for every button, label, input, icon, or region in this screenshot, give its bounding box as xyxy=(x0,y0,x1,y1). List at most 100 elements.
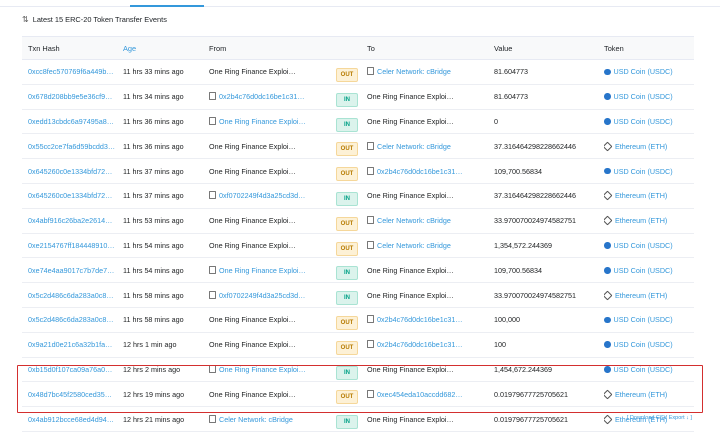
contract-icon xyxy=(367,340,374,349)
usdc-icon xyxy=(604,316,611,324)
token-link[interactable]: USD Coin (USDC) xyxy=(604,110,694,134)
txn-hash-link[interactable]: 0x55cc2ce7fa6d59bcdd3… xyxy=(28,134,118,158)
section-header: ⇅ Latest 15 ERC-20 Token Transfer Events xyxy=(22,15,167,24)
age-cell: 11 hrs 34 mins ago xyxy=(123,92,184,102)
txn-hash-link[interactable]: 0x5c2d486c6da283a0c8… xyxy=(28,283,118,307)
from-address: One Ring Finance Exploi… xyxy=(209,340,296,350)
txn-hash-link[interactable]: 0xedd13cbdc6a97495a8… xyxy=(28,110,118,134)
to-address[interactable]: 0x2b4c76d0dc16be1c31… xyxy=(367,333,489,357)
direction-badge: IN xyxy=(336,266,358,281)
usdc-icon xyxy=(604,167,611,175)
to-address[interactable]: Celer Network: cBridge xyxy=(367,209,489,233)
value-cell: 37.316464298228662446 xyxy=(494,141,576,151)
csv-export-link[interactable]: [ Download CSV Export ↓ ] xyxy=(627,415,692,421)
to-address[interactable]: 0x2b4c76d0dc16be1c31… xyxy=(367,159,489,183)
age-cell: 11 hrs 58 mins ago xyxy=(123,315,184,325)
age-cell: 11 hrs 36 mins ago xyxy=(123,141,184,151)
column-token: Token xyxy=(604,43,624,53)
table-row: 0xcc8fec570769f6a449b… 11 hrs 33 mins ago… xyxy=(22,60,694,85)
txn-hash-link[interactable]: 0x678d208bb9e5e36cf9… xyxy=(28,85,118,109)
to-address: One Ring Finance Exploi… xyxy=(367,290,454,300)
tab-strip xyxy=(0,0,720,7)
age-cell: 11 hrs 33 mins ago xyxy=(123,67,184,77)
txn-hash-link[interactable]: 0x9a21d0e21c6a32b1fa… xyxy=(28,333,118,357)
column-from: From xyxy=(209,43,227,53)
value-cell: 1,354,572.244369 xyxy=(494,240,552,250)
value-cell: 37.316464298228662446 xyxy=(494,191,576,201)
table-row: 0x5c2d486c6da283a0c8… 11 hrs 58 mins ago 0… xyxy=(22,283,694,308)
txn-hash-link[interactable]: 0xe2154767ff184448910… xyxy=(28,234,118,258)
direction-badge: OUT xyxy=(336,241,358,256)
table-row: 0x55cc2ce7fa6d59bcdd3… 11 hrs 36 mins ago… xyxy=(22,134,694,160)
value-cell: 33.970070024974582751 xyxy=(494,290,576,300)
table-row: 0x678d208bb9e5e36cf9… 11 hrs 34 mins ago 0… xyxy=(22,85,694,110)
usdc-icon xyxy=(604,242,611,249)
token-link[interactable]: USD Coin (USDC) xyxy=(604,258,694,282)
from-address[interactable]: 0xf0702249f4d3a25cd3d… xyxy=(209,283,357,307)
txn-hash-link[interactable]: 0x5c2d486c6da283a0c8… xyxy=(28,308,118,332)
token-link[interactable]: USD Coin (USDC) xyxy=(604,60,694,84)
to-address[interactable]: 0x2b4c76d0dc16be1c31… xyxy=(367,308,489,332)
contract-icon xyxy=(367,216,374,225)
from-address[interactable]: 0xf0702249f4d3a25cd3d… xyxy=(209,184,357,208)
table-row: 0x9a21d0e21c6a32b1fa… 12 hrs 1 min ago One… xyxy=(22,333,694,358)
direction-badge: OUT xyxy=(336,167,358,182)
token-link[interactable]: USD Coin (USDC) xyxy=(604,85,694,109)
to-address: One Ring Finance Exploi… xyxy=(367,92,454,102)
token-link[interactable]: USD Coin (USDC) xyxy=(604,308,694,332)
value-cell: 100,000 xyxy=(494,315,520,325)
age-cell: 11 hrs 36 mins ago xyxy=(123,116,184,126)
token-link[interactable]: Ethereum (ETH) xyxy=(604,283,694,307)
txn-hash-link[interactable]: 0x4abf916c26ba2e2614… xyxy=(28,209,118,233)
section-title: Latest 15 ERC-20 Token Transfer Events xyxy=(32,15,167,24)
table-row: 0xedd13cbdc6a97495a8… 11 hrs 36 mins ago O… xyxy=(22,110,694,135)
to-address[interactable]: Celer Network: cBridge xyxy=(367,134,489,158)
direction-badge: OUT xyxy=(336,142,358,157)
direction-badge: IN xyxy=(336,117,358,132)
sort-icon: ⇅ xyxy=(22,15,29,24)
value-cell: 109,700.56834 xyxy=(494,166,542,176)
usdc-icon xyxy=(604,68,611,76)
token-link[interactable]: Ethereum (ETH) xyxy=(604,184,694,208)
direction-badge: IN xyxy=(336,415,358,430)
token-link[interactable]: USD Coin (USDC) xyxy=(604,234,694,258)
from-address: One Ring Finance Exploi… xyxy=(209,141,296,151)
token-link[interactable]: USD Coin (USDC) xyxy=(604,333,694,357)
to-address[interactable]: Celer Network: cBridge xyxy=(367,234,489,258)
from-address[interactable]: One Ring Finance Exploi… xyxy=(209,258,357,282)
txn-hash-link[interactable]: 0x645260c0e1334bfd72… xyxy=(28,159,118,183)
token-link[interactable]: Ethereum (ETH) xyxy=(604,209,694,233)
txn-hash-link[interactable]: 0x645260c0e1334bfd72… xyxy=(28,184,118,208)
token-link[interactable]: Ethereum (ETH) xyxy=(604,134,694,158)
eth-icon xyxy=(604,414,613,424)
eth-icon xyxy=(604,141,613,152)
to-address[interactable]: Celer Network: cBridge xyxy=(367,60,489,84)
age-cell: 11 hrs 54 mins ago xyxy=(123,265,184,275)
value-cell: 109,700.56834 xyxy=(494,265,542,275)
column-age[interactable]: Age xyxy=(123,37,209,59)
direction-badge: OUT xyxy=(336,340,358,355)
txn-hash-link[interactable]: 0xe74e4aa9017c7b7de7… xyxy=(28,258,118,282)
column-value: Value xyxy=(494,43,513,53)
from-address[interactable]: 0x2b4c76d0dc16be1c31… xyxy=(209,85,357,109)
age-cell: 12 hrs 1 min ago xyxy=(123,340,177,350)
age-cell: 11 hrs 37 mins ago xyxy=(123,191,184,201)
contract-icon xyxy=(367,240,374,249)
from-address: One Ring Finance Exploi… xyxy=(209,315,296,325)
eth-icon xyxy=(604,215,613,226)
eth-icon xyxy=(604,190,613,201)
direction-badge: IN xyxy=(336,291,358,306)
age-cell: 11 hrs 37 mins ago xyxy=(123,166,184,176)
age-cell: 11 hrs 58 mins ago xyxy=(123,290,184,300)
table-row: 0x645260c0e1334bfd72… 11 hrs 37 mins ago O… xyxy=(22,159,694,184)
direction-badge: OUT xyxy=(336,68,358,82)
from-address: One Ring Finance Exploi… xyxy=(209,240,296,250)
token-link[interactable]: USD Coin (USDC) xyxy=(604,159,694,183)
txn-hash-link[interactable]: 0xcc8fec570769f6a449b… xyxy=(28,60,118,84)
direction-badge: IN xyxy=(336,191,358,206)
contract-icon xyxy=(209,92,216,101)
from-address[interactable]: One Ring Finance Exploi… xyxy=(209,110,357,134)
age-cell: 11 hrs 53 mins ago xyxy=(123,216,184,226)
table-row: 0x4abf916c26ba2e2614… 11 hrs 53 mins ago O… xyxy=(22,209,694,234)
usdc-icon xyxy=(604,93,611,100)
